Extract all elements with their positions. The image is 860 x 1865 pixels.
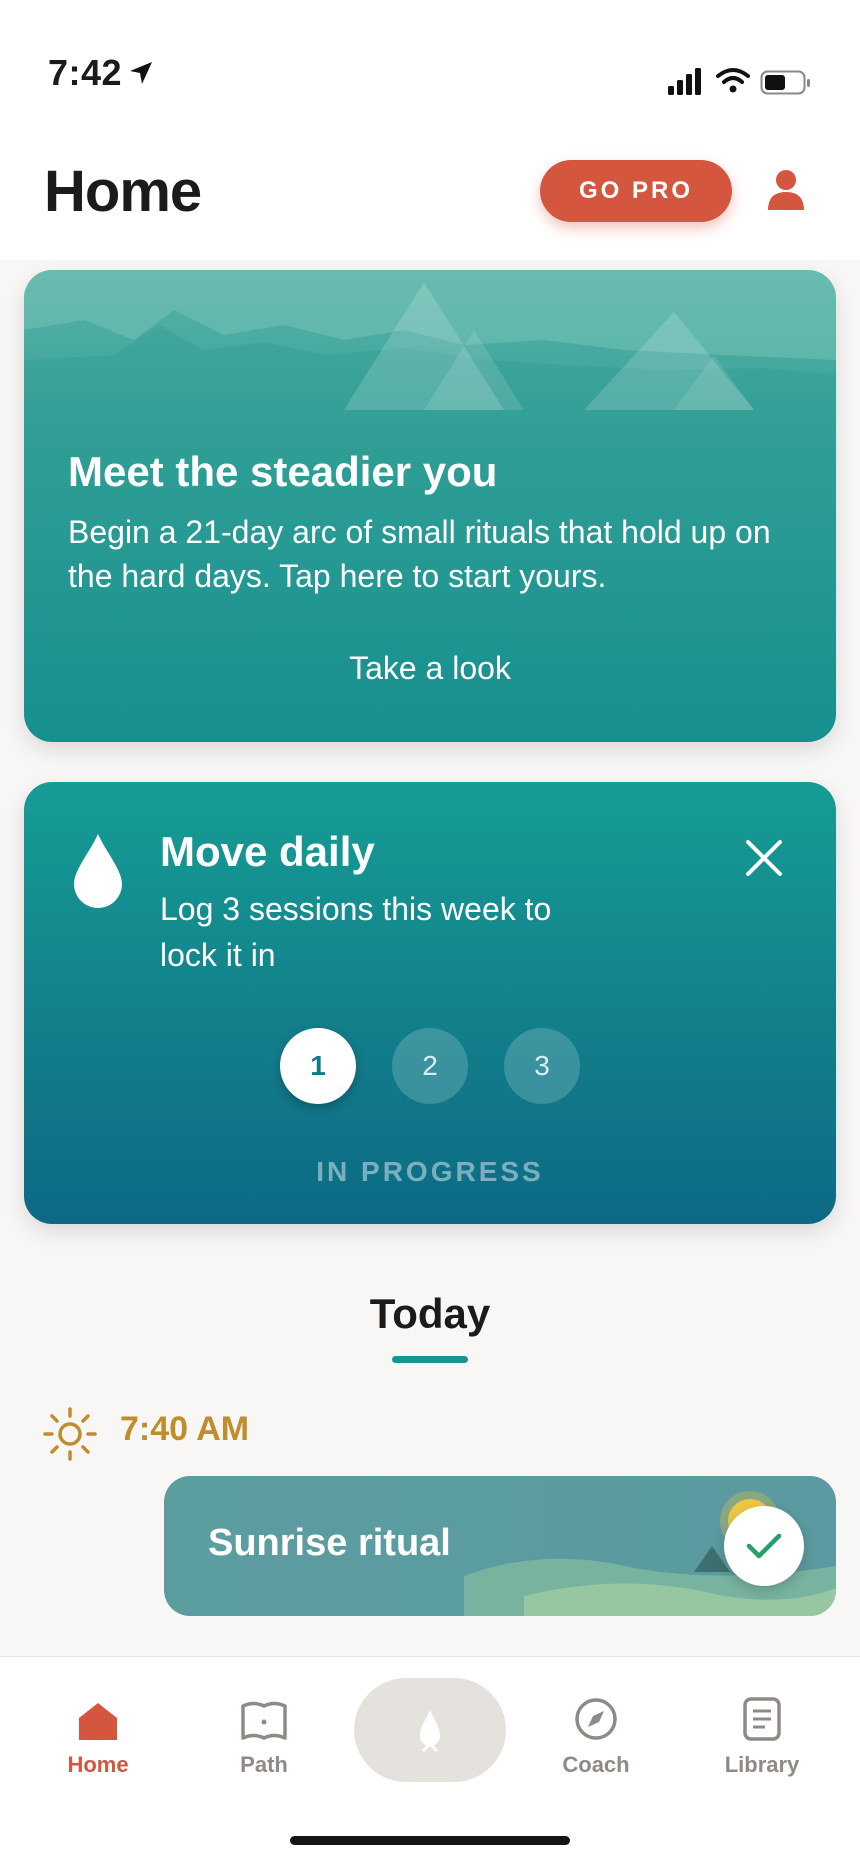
tab-path-label: Path: [240, 1752, 288, 1777]
wifi-icon: [716, 66, 750, 99]
map-icon: [204, 1690, 324, 1742]
compass-icon: [536, 1690, 656, 1742]
tab-coach-label: Coach: [562, 1752, 630, 1777]
today-heading: Today: [369, 1290, 491, 1337]
profile-icon[interactable]: [762, 166, 810, 219]
center-action-button[interactable]: [354, 1678, 506, 1782]
hero-description: Begin a 21-day arc of small rituals that…: [68, 514, 771, 594]
tab-home-label: Home: [67, 1752, 129, 1777]
go-pro-button[interactable]: GO PRO: [540, 160, 732, 222]
home-indicator: [290, 1836, 570, 1845]
tab-path[interactable]: Path: [204, 1690, 324, 1778]
flame-icon: [420, 1710, 440, 1752]
status-time: 7:42: [48, 52, 123, 93]
step-2[interactable]: 2: [392, 1028, 468, 1104]
cellular-signal-icon: [668, 66, 702, 101]
step-1[interactable]: 1: [280, 1028, 356, 1104]
goal-status: IN PROGRESS: [316, 1156, 544, 1187]
goal-title: Move daily: [160, 828, 375, 875]
tab-home[interactable]: Home: [38, 1690, 158, 1778]
tab-library[interactable]: Library: [702, 1690, 822, 1778]
sun-icon: [42, 1406, 98, 1467]
document-icon: [702, 1690, 822, 1742]
hero-card[interactable]: Meet the steadier you Begin a 21-day arc…: [24, 270, 836, 742]
mountain-illustration: [24, 270, 836, 470]
checkmark-icon: [746, 1533, 782, 1559]
tab-library-label: Library: [724, 1752, 800, 1777]
location-arrow-icon: [128, 60, 154, 91]
take-a-look-link[interactable]: Take a look: [24, 650, 836, 687]
step-3[interactable]: 3: [504, 1028, 580, 1104]
hero-title: Meet the steadier you: [68, 448, 498, 495]
page-title: Home: [44, 159, 202, 224]
water-drop-icon: [72, 832, 124, 913]
home-icon: [38, 1690, 158, 1742]
time-slot-label: 7:40 AM: [120, 1410, 250, 1448]
tab-coach[interactable]: Coach: [536, 1690, 656, 1778]
battery-icon: [760, 70, 812, 101]
today-underline: [392, 1356, 468, 1363]
goal-description: Log 3 sessions this week to lock it in: [160, 891, 552, 973]
close-icon[interactable]: [744, 838, 784, 883]
complete-checkmark-button[interactable]: [724, 1506, 804, 1586]
goal-card: Move daily Log 3 sessions this week to l…: [24, 782, 836, 1224]
ritual-label: Sunrise ritual: [208, 1522, 451, 1564]
